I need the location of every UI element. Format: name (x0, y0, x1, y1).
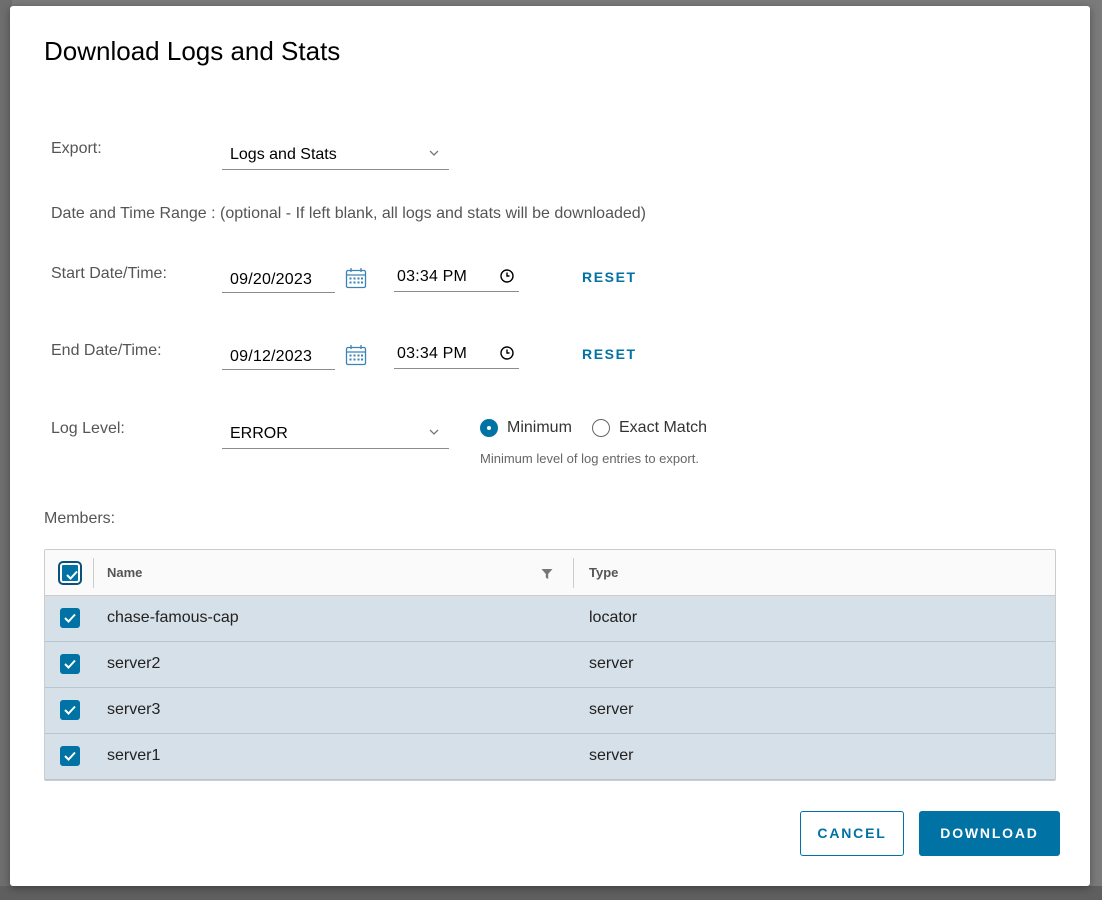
end-reset-button[interactable]: RESET (582, 346, 637, 362)
log-level-help-text: Minimum level of log entries to export. (480, 451, 699, 466)
radio-unselected-indicator[interactable] (592, 419, 610, 437)
table-row[interactable]: server1 server (45, 734, 1055, 780)
member-type: server (589, 701, 634, 718)
row-checkbox[interactable] (60, 608, 80, 628)
members-table: Name Type chase-famous-cap locator serve… (44, 549, 1056, 781)
export-select-value: Logs and Stats (230, 146, 337, 163)
cancel-button[interactable]: CANCEL (800, 811, 904, 856)
member-name: server3 (107, 701, 161, 718)
row-checkbox[interactable] (60, 746, 80, 766)
end-time-value: 03:34 PM (397, 345, 468, 362)
clock-icon (500, 346, 514, 360)
column-separator[interactable] (93, 558, 94, 588)
member-name: server2 (107, 655, 161, 672)
calendar-icon[interactable] (344, 343, 368, 367)
chevron-down-icon (429, 429, 439, 435)
calendar-icon[interactable] (344, 266, 368, 290)
member-name: server1 (107, 747, 161, 764)
start-reset-button[interactable]: RESET (582, 269, 637, 285)
background-footer (0, 886, 1102, 900)
start-time-input[interactable]: 03:34 PM (394, 262, 519, 292)
export-label: Export: (51, 140, 102, 157)
radio-selected-indicator[interactable] (480, 419, 498, 437)
chevron-down-icon (429, 150, 439, 156)
log-level-label: Log Level: (51, 420, 125, 437)
log-level-select[interactable]: ERROR (222, 419, 449, 449)
radio-minimum-label: Minimum (507, 419, 572, 436)
member-type: server (589, 747, 634, 764)
checkmark-icon (64, 613, 76, 623)
row-checkbox[interactable] (60, 700, 80, 720)
download-button[interactable]: DOWNLOAD (919, 811, 1060, 856)
start-datetime-label: Start Date/Time: (51, 265, 167, 282)
checkmark-icon (64, 751, 76, 761)
start-date-value: 09/20/2023 (230, 271, 313, 288)
member-type: locator (589, 609, 638, 626)
member-name: chase-famous-cap (107, 609, 239, 626)
end-date-value: 09/12/2023 (230, 348, 313, 365)
member-type: server (589, 655, 634, 672)
column-header-type[interactable]: Type (589, 565, 618, 580)
table-row[interactable]: chase-famous-cap locator (45, 596, 1055, 642)
table-row[interactable]: server2 server (45, 642, 1055, 688)
download-logs-dialog: Download Logs and Stats Export: Logs and… (10, 6, 1090, 886)
export-select[interactable]: Logs and Stats (222, 140, 449, 170)
column-separator[interactable] (573, 558, 574, 588)
end-datetime-label: End Date/Time: (51, 342, 162, 359)
checkmark-icon (64, 705, 76, 715)
table-row[interactable]: server3 server (45, 688, 1055, 734)
members-label: Members: (44, 510, 116, 527)
checkmark-icon (64, 659, 76, 669)
radio-exact-match-label: Exact Match (619, 419, 708, 436)
filter-icon[interactable] (541, 568, 553, 580)
start-time-value: 03:34 PM (397, 268, 468, 285)
dialog-title: Download Logs and Stats (44, 36, 341, 66)
end-date-input[interactable]: 09/12/2023 (222, 340, 335, 370)
select-all-checkbox[interactable] (60, 563, 80, 583)
log-level-value: ERROR (230, 425, 288, 442)
start-date-input[interactable]: 09/20/2023 (222, 263, 335, 293)
row-checkbox[interactable] (60, 654, 80, 674)
column-header-name[interactable]: Name (107, 565, 142, 580)
checkmark-icon (66, 570, 78, 580)
clock-icon (500, 269, 514, 283)
date-range-note: Date and Time Range : (optional - If lef… (51, 205, 646, 222)
end-time-input[interactable]: 03:34 PM (394, 339, 519, 369)
table-header: Name Type (45, 550, 1055, 596)
